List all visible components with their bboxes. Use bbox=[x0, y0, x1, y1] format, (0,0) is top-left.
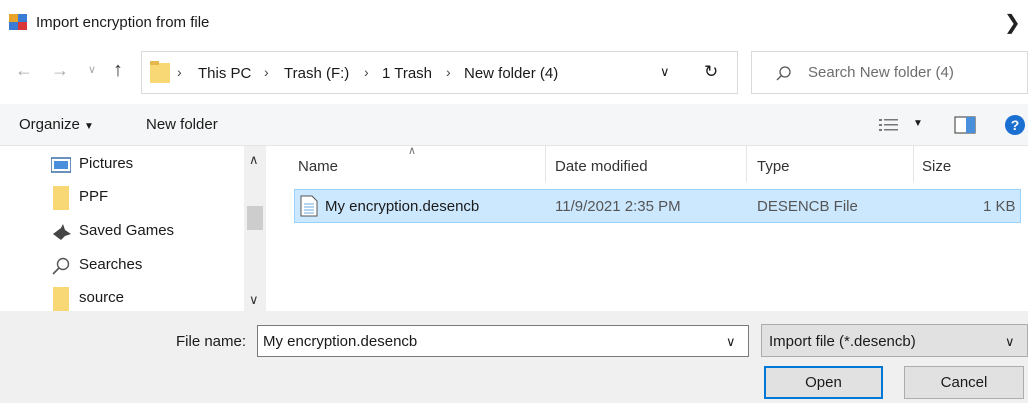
chevron-down-icon[interactable]: ∨ bbox=[660, 64, 670, 80]
file-name-input[interactable]: My encryption.desencb ∨ bbox=[257, 325, 749, 357]
pictures-icon bbox=[51, 157, 71, 173]
sidebar-item-pictures[interactable]: Pictures bbox=[51, 151, 241, 179]
chevron-down-icon[interactable]: ∨ bbox=[726, 334, 736, 350]
organize-button[interactable]: Organize ▼ bbox=[19, 116, 94, 133]
scroll-up-icon[interactable]: ∧ bbox=[249, 152, 259, 168]
toolbar: Organize ▼ New folder ▼ ? bbox=[0, 104, 1028, 146]
chevron-down-icon: ∨ bbox=[1005, 334, 1015, 349]
search-input[interactable]: Search New folder (4) bbox=[808, 64, 954, 81]
search-box[interactable]: Search New folder (4) bbox=[751, 51, 1028, 94]
sidebar-item-label: source bbox=[79, 289, 125, 306]
table-row[interactable]: My encryption.desencb 11/9/2021 2:35 PM … bbox=[294, 189, 1021, 223]
refresh-icon[interactable]: ↻ bbox=[704, 62, 718, 82]
scrollbar-thumb[interactable] bbox=[247, 206, 263, 230]
saved-games-icon bbox=[53, 224, 71, 240]
scroll-down-icon[interactable]: ∨ bbox=[249, 292, 259, 308]
file-name-cell: My encryption.desencb bbox=[325, 198, 480, 215]
chevron-right-icon: › bbox=[264, 64, 269, 80]
window-title: Import encryption from file bbox=[36, 14, 210, 31]
breadcrumb-this-pc[interactable]: This PC bbox=[198, 65, 251, 82]
app-icon bbox=[9, 14, 27, 30]
forward-icon[interactable]: → bbox=[51, 60, 69, 81]
new-folder-button[interactable]: New folder bbox=[146, 116, 218, 133]
column-header-name[interactable]: Name bbox=[298, 158, 338, 175]
sidebar-item-label: PPF bbox=[79, 188, 109, 205]
breadcrumb-current[interactable]: New folder (4) bbox=[464, 65, 558, 82]
size-cell: 1 KB bbox=[983, 198, 1016, 215]
view-options-icon[interactable] bbox=[878, 117, 900, 133]
chevron-right-icon: › bbox=[364, 64, 369, 80]
close-icon[interactable]: ❯ bbox=[1004, 10, 1021, 35]
file-type-select[interactable]: Import file (*.desencb) ∨ bbox=[761, 324, 1028, 357]
cancel-button[interactable]: Cancel bbox=[904, 366, 1024, 399]
preview-pane-icon[interactable] bbox=[954, 116, 976, 134]
column-header-date[interactable]: Date modified bbox=[555, 158, 648, 175]
sidebar-item-searches[interactable]: Searches bbox=[51, 252, 241, 280]
sidebar-item-saved-games[interactable]: Saved Games bbox=[51, 218, 241, 246]
view-dropdown-icon[interactable]: ▼ bbox=[913, 118, 923, 129]
breadcrumb-drive[interactable]: Trash (F:) bbox=[284, 65, 349, 82]
column-header-size[interactable]: Size bbox=[922, 158, 951, 175]
folder-icon bbox=[53, 287, 69, 311]
sidebar-item-label: Pictures bbox=[79, 155, 134, 172]
date-cell: 11/9/2021 2:35 PM bbox=[555, 198, 681, 215]
column-divider[interactable] bbox=[545, 146, 546, 182]
open-button[interactable]: Open bbox=[764, 366, 883, 399]
search-icon bbox=[776, 66, 791, 81]
address-bar[interactable]: › This PC › Trash (F:) › 1 Trash › New f… bbox=[141, 51, 738, 94]
svg-text:?: ? bbox=[1011, 117, 1020, 133]
file-type-value: Import file (*.desencb) bbox=[769, 333, 916, 350]
sidebar-item-ppf[interactable]: PPF bbox=[51, 184, 241, 212]
sidebar-item-source[interactable]: source bbox=[51, 285, 241, 313]
file-name-label: File name: bbox=[176, 333, 247, 350]
chevron-right-icon: › bbox=[177, 64, 182, 80]
sort-ascending-icon: ∧ bbox=[408, 145, 417, 157]
file-icon bbox=[300, 195, 318, 217]
breadcrumb-folder[interactable]: 1 Trash bbox=[382, 65, 432, 82]
navigation-pane: Pictures PPF Saved Games Searches source bbox=[0, 146, 270, 311]
column-divider[interactable] bbox=[746, 146, 747, 182]
up-icon[interactable]: ↑ bbox=[113, 59, 123, 82]
help-icon[interactable]: ? bbox=[1004, 114, 1026, 136]
file-name-value: My encryption.desencb bbox=[263, 333, 418, 350]
recent-locations-icon[interactable]: ∨ bbox=[88, 63, 96, 76]
search-icon bbox=[52, 257, 70, 275]
sidebar-item-label: Saved Games bbox=[79, 222, 175, 239]
folder-icon bbox=[150, 61, 170, 83]
chevron-right-icon: › bbox=[446, 64, 451, 80]
type-cell: DESENCB File bbox=[757, 198, 858, 215]
back-icon[interactable]: ← bbox=[15, 60, 33, 81]
sidebar-item-label: Searches bbox=[79, 256, 143, 273]
column-divider[interactable] bbox=[913, 146, 914, 182]
file-list: Name ∧ Date modified Type Size bbox=[270, 145, 1028, 311]
organize-label: Organize bbox=[19, 116, 80, 133]
column-header-type[interactable]: Type bbox=[757, 158, 790, 175]
folder-icon bbox=[53, 186, 69, 210]
